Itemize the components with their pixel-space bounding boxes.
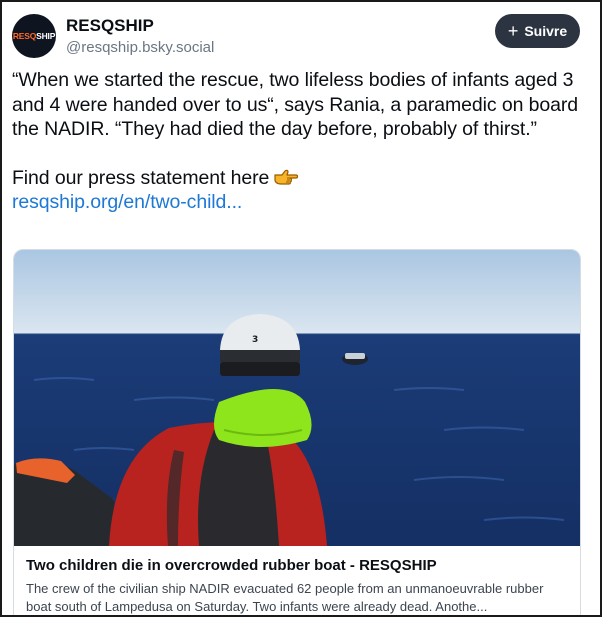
author-names: RESQSHIP @resqship.bsky.social <box>66 16 214 58</box>
press-statement-text: Find our press statement here <box>12 166 270 189</box>
avatar[interactable]: RESQSHIP <box>12 14 56 58</box>
post-text: “When we started the rescue, two lifeles… <box>12 68 582 215</box>
helmet-number: 3 <box>252 335 258 345</box>
link-card[interactable]: 3 Two children die in overcrowded rubber… <box>13 249 581 615</box>
plus-icon: + <box>507 20 519 41</box>
post-paragraph-press: Find our press statement here <box>12 166 582 191</box>
display-name[interactable]: RESQSHIP <box>66 16 214 36</box>
link-card-title[interactable]: Two children die in overcrowded rubber b… <box>26 557 437 575</box>
post-link-line: resqship.org/en/two-child... <box>12 190 582 215</box>
handle[interactable]: @resqship.bsky.social <box>66 38 214 58</box>
pointing-right-hand-icon <box>274 169 299 185</box>
follow-button-label: Suivre <box>524 23 568 39</box>
link-card-description: The crew of the civilian ship NADIR evac… <box>26 581 544 614</box>
follow-button[interactable]: + Suivre <box>495 14 580 48</box>
avatar-logo: RESQSHIP <box>12 31 56 41</box>
post-header: RESQSHIP RESQSHIP @resqship.bsky.social … <box>12 14 580 58</box>
avatar-logo-part-a: RESQ <box>12 31 37 41</box>
avatar-logo-part-b: SHIP <box>36 31 56 41</box>
link-card-image: 3 <box>14 250 580 546</box>
press-statement-link[interactable]: resqship.org/en/two-child... <box>12 191 242 213</box>
post-paragraph-quote: “When we started the rescue, two lifeles… <box>12 69 579 140</box>
post-frame: RESQSHIP RESQSHIP @resqship.bsky.social … <box>0 0 602 617</box>
